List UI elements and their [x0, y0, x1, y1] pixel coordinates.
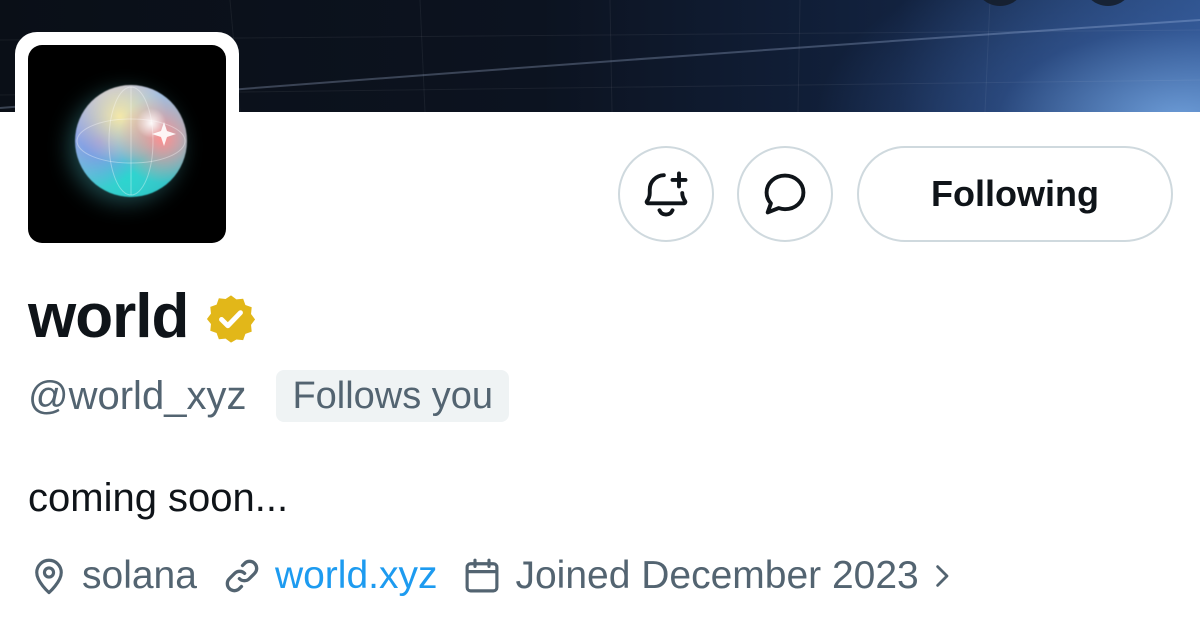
link-icon	[225, 559, 259, 593]
following-button-label: Following	[931, 173, 1099, 214]
notify-button[interactable]	[618, 146, 714, 242]
joined-item[interactable]: Joined December 2023	[461, 554, 968, 598]
following-button[interactable]: Following	[857, 146, 1173, 242]
name-row: world	[28, 282, 258, 352]
chevron-right-icon[interactable]	[927, 561, 957, 591]
location-text: solana	[82, 554, 197, 597]
handle: @world_xyz	[28, 374, 247, 418]
message-button[interactable]	[737, 146, 833, 242]
location-pin-icon	[35, 558, 63, 595]
joined-text: Joined December 2023	[515, 554, 919, 597]
orb-grid-lines	[76, 86, 186, 196]
display-name: world	[28, 282, 189, 351]
bell-plus-icon	[644, 171, 688, 217]
verified-badge-icon[interactable]	[204, 292, 258, 346]
bio: coming soon...	[28, 476, 289, 520]
website-item[interactable]: world.xyz	[221, 554, 438, 598]
profile-meta-row: solana world.xyz Joined December 2023	[28, 548, 993, 604]
message-bubble-icon	[764, 173, 806, 215]
handle-row: @world_xyz Follows you	[28, 370, 510, 422]
avatar[interactable]	[28, 45, 226, 243]
location-item: solana	[28, 554, 197, 598]
calendar-icon	[466, 558, 499, 593]
website-link[interactable]: world.xyz	[275, 554, 438, 598]
follows-you-badge: Follows you	[276, 370, 510, 422]
